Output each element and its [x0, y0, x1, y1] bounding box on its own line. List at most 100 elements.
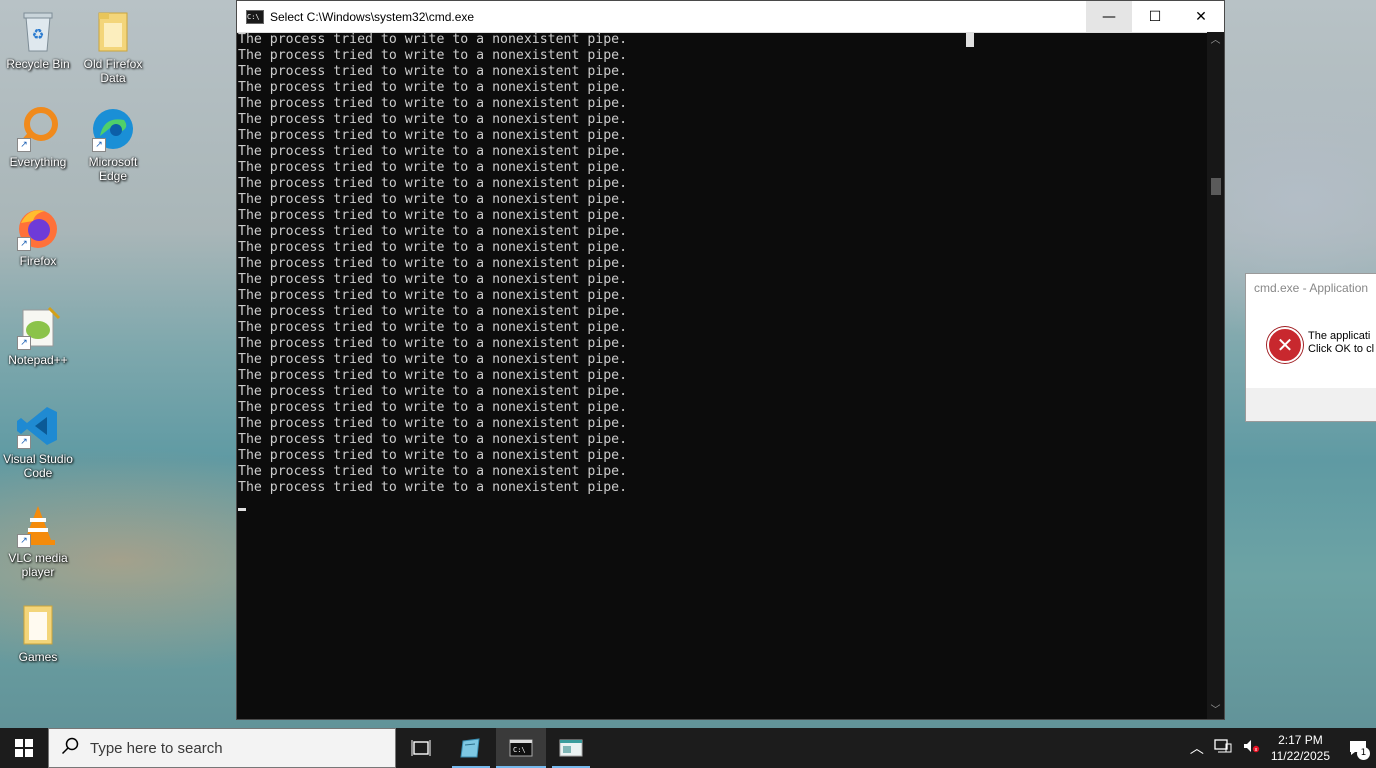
shortcut-arrow-icon: ↗ [17, 435, 31, 449]
console-line: The process tried to write to a nonexist… [238, 80, 628, 95]
selection-cursor [966, 33, 974, 47]
maximize-button[interactable]: ☐ [1132, 1, 1178, 32]
notification-count-badge: 1 [1357, 747, 1370, 760]
windows-logo-icon [15, 739, 33, 757]
network-icon[interactable] [1214, 738, 1232, 758]
console-line: The process tried to write to a nonexist… [238, 464, 628, 479]
console-line: The process tried to write to a nonexist… [238, 112, 628, 127]
console-line: The process tried to write to a nonexist… [238, 32, 628, 47]
search-placeholder: Type here to search [90, 739, 223, 757]
console-line: The process tried to write to a nonexist… [238, 448, 628, 463]
chevron-up-icon[interactable]: ︿ [1190, 738, 1204, 758]
desktop-icon-label: Everything [9, 155, 67, 169]
console-output: The process tried to write to a nonexist… [237, 32, 1207, 496]
system-tray: ︿ x 2:17 PM 11/22/2025 1 [1185, 728, 1376, 768]
console-line: The process tried to write to a nonexist… [238, 128, 628, 143]
svg-text:♻: ♻ [32, 27, 45, 43]
application-window-icon [559, 739, 583, 757]
svg-text:x: x [1254, 747, 1257, 753]
console-line: The process tried to write to a nonexist… [238, 368, 628, 383]
dialog-message: The applicati Click OK to cl [1308, 330, 1374, 356]
dialog-body: ✕ The applicati Click OK to cl [1246, 302, 1376, 388]
console-line: The process tried to write to a nonexist… [238, 288, 628, 303]
task-view-button[interactable] [396, 728, 446, 768]
cmd-window-title: Select C:\Windows\system32\cmd.exe [270, 9, 475, 24]
taskbar-clock[interactable]: 2:17 PM 11/22/2025 [1271, 732, 1330, 764]
cmd-window-icon: C:\ [246, 9, 264, 24]
text-cursor [238, 508, 246, 511]
scroll-up-arrow-icon[interactable]: ︿ [1207, 32, 1224, 49]
desktop-icon-vlc[interactable]: ↗ VLC media player [1, 502, 75, 579]
folder-icon [15, 601, 61, 647]
search-icon [61, 737, 81, 759]
edge-icon: ↗ [90, 106, 136, 152]
desktop-icon-notepadpp[interactable]: ↗ Notepad++ [1, 304, 75, 367]
cmd-title-bar[interactable]: C:\ Select C:\Windows\system32\cmd.exe —… [237, 1, 1224, 33]
desktop-icon-vscode[interactable]: ↗ Visual Studio Code [1, 403, 75, 480]
dialog-message-line: The applicati [1308, 330, 1371, 342]
console-line: The process tried to write to a nonexist… [238, 320, 628, 335]
console-line: The process tried to write to a nonexist… [238, 144, 628, 159]
desktop-icon-games[interactable]: Games [1, 601, 75, 664]
desktop-icon-label: Notepad++ [8, 353, 68, 367]
console-line: The process tried to write to a nonexist… [238, 224, 628, 239]
desktop-icon-label: Recycle Bin [6, 57, 70, 71]
taskbar-app-pinned[interactable] [446, 728, 496, 768]
notepad-app-icon [460, 738, 480, 758]
shortcut-arrow-icon: ↗ [17, 138, 31, 152]
minimize-button[interactable]: — [1086, 1, 1132, 32]
task-view-icon [411, 740, 431, 756]
taskbar-app-dialog[interactable] [546, 728, 596, 768]
console-line: The process tried to write to a nonexist… [238, 272, 628, 287]
console-line: The process tried to write to a nonexist… [238, 256, 628, 271]
volume-muted-icon[interactable]: x [1242, 738, 1260, 758]
folder-icon [90, 8, 136, 54]
action-center-button[interactable]: 1 [1340, 728, 1376, 768]
cmd-window[interactable]: C:\ Select C:\Windows\system32\cmd.exe —… [236, 0, 1225, 720]
console-output-area[interactable]: The process tried to write to a nonexist… [237, 32, 1207, 719]
console-line: The process tried to write to a nonexist… [238, 336, 628, 351]
taskbar: Type here to search C:\ ︿ x 2:17 PM 11/2… [0, 728, 1376, 768]
svg-text:C:\: C:\ [513, 746, 526, 754]
dialog-title: cmd.exe - Application [1246, 274, 1376, 302]
desktop-icon-everything[interactable]: ↗ Everything [1, 106, 75, 169]
console-line: The process tried to write to a nonexist… [238, 176, 628, 191]
console-line: The process tried to write to a nonexist… [238, 240, 628, 255]
start-button[interactable] [0, 728, 48, 768]
console-line: The process tried to write to a nonexist… [238, 400, 628, 415]
desktop-icon-microsoft-edge[interactable]: ↗ Microsoft Edge [76, 106, 150, 183]
console-line: The process tried to write to a nonexist… [238, 96, 628, 111]
vlc-icon: ↗ [15, 502, 61, 548]
console-line: The process tried to write to a nonexist… [238, 384, 628, 399]
taskbar-search-box[interactable]: Type here to search [48, 728, 396, 768]
vscode-icon: ↗ [15, 403, 61, 449]
console-line: The process tried to write to a nonexist… [238, 64, 628, 79]
console-line: The process tried to write to a nonexist… [238, 192, 628, 207]
clock-time: 2:17 PM [1278, 733, 1323, 747]
desktop-icon-label: Visual Studio Code [3, 452, 73, 480]
notepadpp-icon: ↗ [15, 304, 61, 350]
application-error-dialog[interactable]: cmd.exe - Application ✕ The applicati Cl… [1245, 273, 1376, 422]
desktop-icon-label: Games [18, 650, 58, 664]
firefox-icon: ↗ [15, 205, 61, 251]
shortcut-arrow-icon: ↗ [17, 336, 31, 350]
desktop-icon-firefox[interactable]: ↗ Firefox [1, 205, 75, 268]
window-controls: — ☐ ✕ [1086, 1, 1224, 32]
desktop-icon-label: Microsoft Edge [88, 155, 138, 183]
console-line: The process tried to write to a nonexist… [238, 480, 628, 495]
cmd-app-icon: C:\ [509, 739, 533, 757]
shortcut-arrow-icon: ↗ [17, 534, 31, 548]
close-button[interactable]: ✕ [1178, 1, 1224, 32]
desktop-icon-old-firefox-data[interactable]: Old Firefox Data [76, 8, 150, 85]
scroll-down-arrow-icon[interactable]: ﹀ [1207, 702, 1224, 719]
desktop-icon-recycle-bin[interactable]: ♻ Recycle Bin [1, 8, 75, 71]
shortcut-arrow-icon: ↗ [92, 138, 106, 152]
desktop-icon-label: Old Firefox Data [83, 57, 143, 85]
desktop-icon-label: Firefox [19, 254, 57, 268]
scrollbar-thumb[interactable] [1211, 178, 1221, 195]
everything-search-icon: ↗ [15, 106, 61, 152]
vertical-scrollbar[interactable]: ︿ ﹀ [1207, 32, 1224, 719]
desktop-icon-label: VLC media player [8, 551, 68, 579]
clock-date: 11/22/2025 [1270, 749, 1330, 763]
taskbar-app-cmd[interactable]: C:\ [496, 728, 546, 768]
